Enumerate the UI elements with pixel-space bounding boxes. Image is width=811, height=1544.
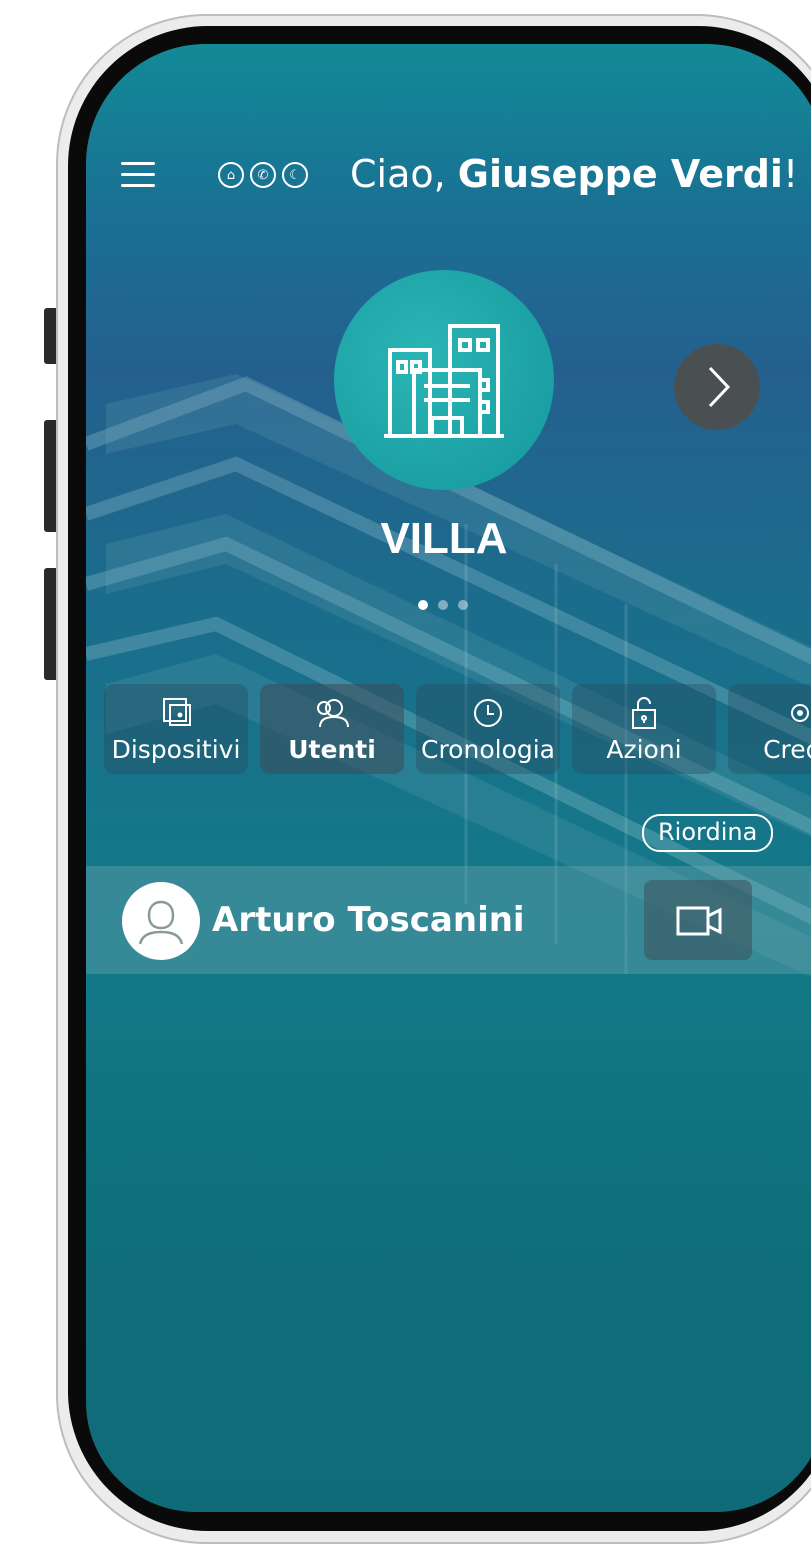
avatar xyxy=(122,882,200,960)
list-item[interactable]: Arturo Toscanini xyxy=(86,866,811,974)
users-icon xyxy=(317,699,349,728)
hamburger-menu-icon[interactable] xyxy=(121,162,155,188)
chevron-right-icon xyxy=(708,366,731,408)
next-site-button[interactable] xyxy=(674,344,760,430)
user-icon xyxy=(138,900,184,945)
building-icon xyxy=(384,324,504,438)
tab-label: Crede xyxy=(763,735,811,764)
phone-side-button-2 xyxy=(44,420,56,532)
tab-azioni[interactable]: Azioni xyxy=(572,684,716,774)
tab-label: Utenti xyxy=(288,735,376,764)
video-camera-icon xyxy=(676,906,722,936)
page-dot xyxy=(458,600,468,610)
page-dot-active xyxy=(418,600,428,610)
tab-cronologia[interactable]: Cronologia xyxy=(416,684,560,774)
credentials-icon xyxy=(791,704,809,722)
home-icon: ⌂ xyxy=(218,162,244,188)
tab-utenti[interactable]: Utenti xyxy=(260,684,404,774)
app-screen: ⌂ ✆ ☾ Ciao, Giuseppe Verdi! VILLA Dispos… xyxy=(86,44,811,1512)
reorder-button[interactable]: Riordina xyxy=(642,814,774,852)
site-avatar[interactable] xyxy=(334,270,554,490)
tab-label: Azioni xyxy=(606,735,682,764)
moon-icon: ☾ xyxy=(282,162,308,188)
status-icons: ⌂ ✆ ☾ xyxy=(218,162,308,188)
clock-icon xyxy=(474,699,502,727)
video-call-button[interactable] xyxy=(644,880,752,960)
devices-icon xyxy=(163,698,191,726)
phone-icon: ✆ xyxy=(250,162,276,188)
tab-credenziali[interactable]: Crede xyxy=(728,684,811,774)
site-name: VILLA xyxy=(380,514,508,563)
greeting-user-name: Giuseppe Verdi xyxy=(457,152,783,196)
phone-side-button-3 xyxy=(44,568,56,680)
tab-label: Dispositivi xyxy=(111,735,241,764)
phone-side-button-1 xyxy=(44,308,56,364)
section-tabs: Dispositivi Utenti Cronologia Azioni Cre… xyxy=(104,684,811,774)
page-dot xyxy=(438,600,448,610)
tab-dispositivi[interactable]: Dispositivi xyxy=(104,684,248,774)
greeting-suffix: ! xyxy=(782,152,799,196)
user-name: Arturo Toscanini xyxy=(212,900,525,940)
greeting: Ciao, Giuseppe Verdi! xyxy=(350,152,798,196)
tab-label: Cronologia xyxy=(421,735,555,764)
unlock-icon xyxy=(632,697,656,729)
greeting-prefix: Ciao, xyxy=(350,152,458,196)
page-indicator xyxy=(418,600,468,610)
